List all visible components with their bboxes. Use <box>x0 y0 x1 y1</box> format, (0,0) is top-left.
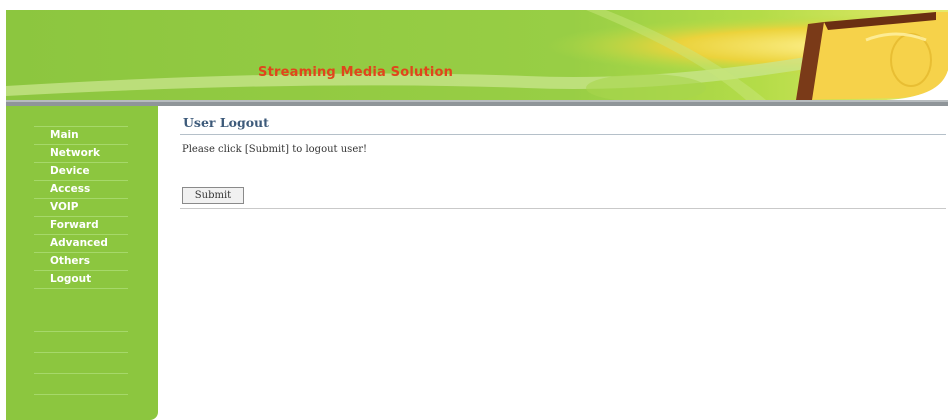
sidebar-item-access[interactable]: Access <box>34 181 128 199</box>
header-banner: Streaming Media Solution <box>6 10 948 106</box>
monitor-graphic <box>796 12 948 100</box>
nav-list: Main Network Device Access VOIP Forward … <box>34 126 128 289</box>
divider <box>34 353 128 374</box>
title-divider <box>180 134 946 135</box>
divider <box>34 332 128 353</box>
divider <box>34 374 128 395</box>
main-content: User Logout Please click [Submit] to log… <box>180 110 946 209</box>
page-title: User Logout <box>183 115 269 130</box>
sidebar-item-advanced[interactable]: Advanced <box>34 235 128 253</box>
sidebar-item-voip[interactable]: VOIP <box>34 199 128 217</box>
header-graphic <box>6 10 948 106</box>
instruction-text: Please click [Submit] to logout user! <box>182 144 368 155</box>
sidebar-nav: Main Network Device Access VOIP Forward … <box>6 106 158 420</box>
sidebar-item-others[interactable]: Others <box>34 253 128 271</box>
submit-button[interactable]: Submit <box>182 187 244 204</box>
sidebar-item-logout[interactable]: Logout <box>34 271 128 289</box>
sidebar-item-forward[interactable]: Forward <box>34 217 128 235</box>
sidebar-dividers <box>34 311 128 395</box>
divider <box>34 311 128 332</box>
sidebar-item-device[interactable]: Device <box>34 163 128 181</box>
sidebar-item-network[interactable]: Network <box>34 145 128 163</box>
form-divider <box>180 208 946 209</box>
sidebar-item-main[interactable]: Main <box>34 126 128 145</box>
brand-title: Streaming Media Solution <box>258 65 454 80</box>
